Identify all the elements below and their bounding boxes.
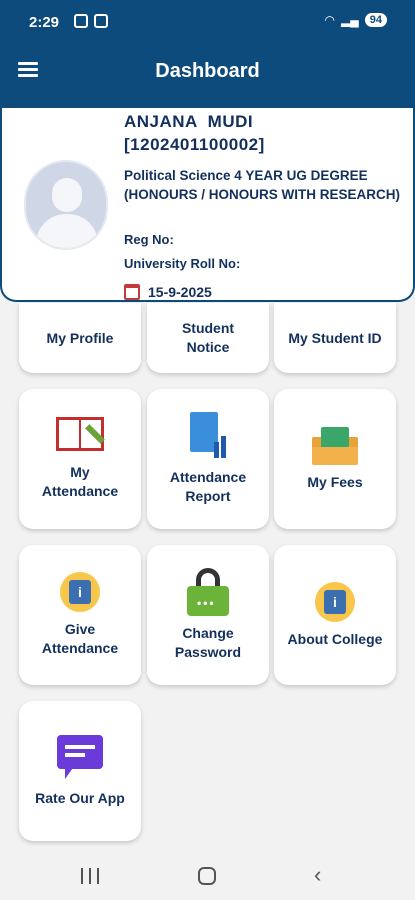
- app-header: 2:29 ◠ ▂▄ 94 Dashboard: [0, 0, 415, 108]
- university-roll-label: University Roll No:: [124, 256, 241, 271]
- tile-label: Rate Our App: [35, 789, 125, 806]
- date-row: 15-9-2025: [124, 284, 212, 300]
- system-nav-bar: ‹: [0, 850, 415, 900]
- info-icon: i: [315, 581, 355, 622]
- avatar: [24, 160, 108, 250]
- tile-my-student-id[interactable]: My Student ID: [274, 303, 396, 373]
- battery-badge: 94: [364, 13, 387, 27]
- tile-label: My Profile: [46, 329, 114, 346]
- tile-label: Give Attendance: [41, 621, 119, 656]
- student-course: Political Science 4 YEAR UG DEGREE (HONO…: [124, 168, 400, 202]
- tile-rate-our-app[interactable]: Rate Our App: [19, 701, 141, 841]
- reg-no-label: Reg No:: [124, 232, 174, 247]
- back-icon[interactable]: ‹: [314, 862, 321, 888]
- report-icon: [188, 412, 228, 460]
- screenshot-icon: [74, 14, 88, 28]
- wifi-icon: ◠: [324, 13, 336, 27]
- tile-give-attendance[interactable]: i Give Attendance: [19, 545, 141, 685]
- notification-icons: [74, 14, 108, 28]
- student-roll: [1202401100002]: [124, 135, 265, 154]
- recent-apps-icon[interactable]: [81, 868, 99, 884]
- info-icon: i: [60, 572, 100, 612]
- student-name: ANJANA MUDI: [124, 112, 254, 131]
- profile-card: ANJANA MUDI [1202401100002] Political Sc…: [0, 108, 415, 302]
- status-time: 2:29: [29, 14, 60, 31]
- book-icon: [56, 417, 105, 455]
- tile-label: About College: [287, 630, 383, 647]
- tile-label: Student Notice: [181, 320, 235, 355]
- tile-my-fees[interactable]: My Fees: [274, 389, 396, 529]
- tile-label: My Attendance: [41, 464, 119, 499]
- tile-label: My Fees: [307, 473, 363, 490]
- clipboard-icon: [94, 14, 108, 28]
- status-right: ◠ ▂▄ 94: [325, 13, 387, 27]
- tile-label: Change Password: [174, 625, 242, 660]
- lock-icon: •••: [187, 568, 229, 616]
- tile-my-profile[interactable]: My Profile: [19, 303, 141, 373]
- signal-icon: ▂▄: [341, 13, 359, 27]
- tile-about-college[interactable]: i About College: [274, 545, 396, 685]
- status-bar: 2:29 ◠ ▂▄ 94: [0, 0, 415, 44]
- home-icon[interactable]: [198, 867, 216, 885]
- tile-student-notice[interactable]: Student Notice: [147, 303, 269, 373]
- calendar-icon: [124, 284, 140, 300]
- page-title: Dashboard: [155, 60, 260, 82]
- tile-label: Attendance Report: [169, 469, 247, 504]
- money-envelope-icon: [312, 426, 358, 465]
- chat-bubble-icon: [57, 734, 103, 781]
- tile-label: My Student ID: [288, 329, 382, 346]
- tile-my-attendance[interactable]: My Attendance: [19, 389, 141, 529]
- date-value: 15-9-2025: [148, 284, 212, 300]
- tile-change-password[interactable]: ••• Change Password: [147, 545, 269, 685]
- tile-attendance-report[interactable]: Attendance Report: [147, 389, 269, 529]
